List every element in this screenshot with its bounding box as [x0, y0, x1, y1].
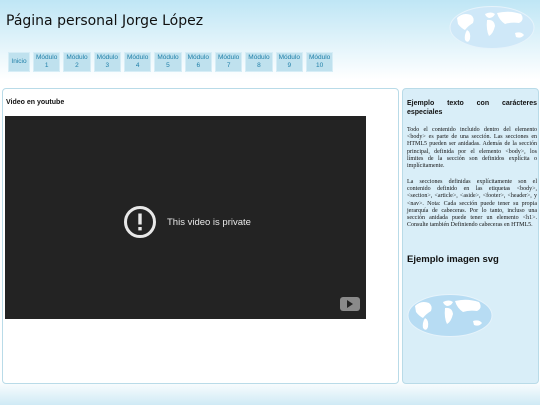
module-nav: Inicio Módulo 1 Módulo 2 Módulo 3 Módulo 4 Módulo…	[8, 52, 334, 72]
nav-item-number: 7	[226, 62, 231, 69]
nav-item-modulo-5[interactable]: Módulo 5	[154, 52, 182, 72]
world-map-svg-image	[407, 294, 493, 337]
nav-item-number: 2	[75, 62, 79, 69]
main-section: Video en youtube This video is private	[2, 88, 399, 384]
nav-item-number: 3	[105, 62, 110, 69]
aside-paragraph-2: La secciones definidas explícitamente so…	[407, 179, 537, 229]
nav-item-modulo-9[interactable]: Módulo 9	[275, 52, 303, 72]
youtube-video-player[interactable]: This video is private	[5, 116, 366, 319]
nav-item-modulo-2[interactable]: Módulo 2	[63, 52, 91, 72]
nav-item-number: 9	[287, 62, 292, 69]
nav-item-label: Módulo	[248, 54, 270, 61]
video-status-text: This video is private	[167, 216, 251, 228]
special-chars-heading: Ejemplo texto con carácteres especiales	[407, 100, 537, 116]
nav-item-number: 4	[135, 62, 140, 69]
nav-item-modulo-10[interactable]: Módulo 10	[305, 52, 334, 72]
nav-item-label: Módulo	[187, 54, 209, 61]
youtube-logo-icon[interactable]	[340, 297, 360, 311]
nav-item-modulo-6[interactable]: Módulo 6	[184, 52, 212, 72]
nav-item-label: Módulo	[36, 54, 58, 61]
nav-item-label: Módulo	[217, 54, 240, 61]
video-section-heading: Video en youtube	[6, 99, 65, 106]
nav-item-label: Módulo	[308, 54, 331, 61]
nav-item-number: 10	[316, 62, 324, 69]
private-video-message: This video is private	[123, 205, 251, 239]
nav-item-modulo-4[interactable]: Módulo 4	[123, 52, 152, 72]
nav-item-label: Módulo	[66, 54, 88, 61]
nav-item-label: Módulo	[278, 54, 300, 61]
nav-item-label: Inicio	[11, 58, 27, 65]
nav-item-modulo-1[interactable]: Módulo 1	[33, 52, 61, 72]
nav-item-modulo-8[interactable]: Módulo 8	[245, 52, 273, 72]
svg-example-heading: Ejemplo imagen svg	[407, 254, 499, 265]
nav-item-modulo-3[interactable]: Módulo 3	[93, 52, 121, 72]
world-map-globe-icon	[449, 6, 535, 49]
exclamation-circle-icon	[124, 206, 156, 238]
nav-item-number: 8	[257, 62, 261, 69]
nav-item-label: Módulo	[157, 54, 179, 61]
aside-paragraph-1: Todo el contenido incluido dentro del el…	[407, 127, 537, 170]
nav-item-inicio[interactable]: Inicio	[8, 52, 30, 72]
nav-item-label: Módulo	[96, 54, 118, 61]
nav-item-label: Módulo	[126, 54, 149, 61]
aside-section: Ejemplo texto con carácteres especiales …	[402, 88, 539, 384]
site-title: Página personal Jorge López	[6, 13, 204, 29]
nav-item-modulo-7[interactable]: Módulo 7	[214, 52, 243, 72]
nav-item-number: 6	[196, 62, 201, 69]
nav-item-number: 5	[166, 62, 170, 69]
nav-item-number: 1	[44, 62, 49, 69]
play-icon	[347, 300, 353, 308]
